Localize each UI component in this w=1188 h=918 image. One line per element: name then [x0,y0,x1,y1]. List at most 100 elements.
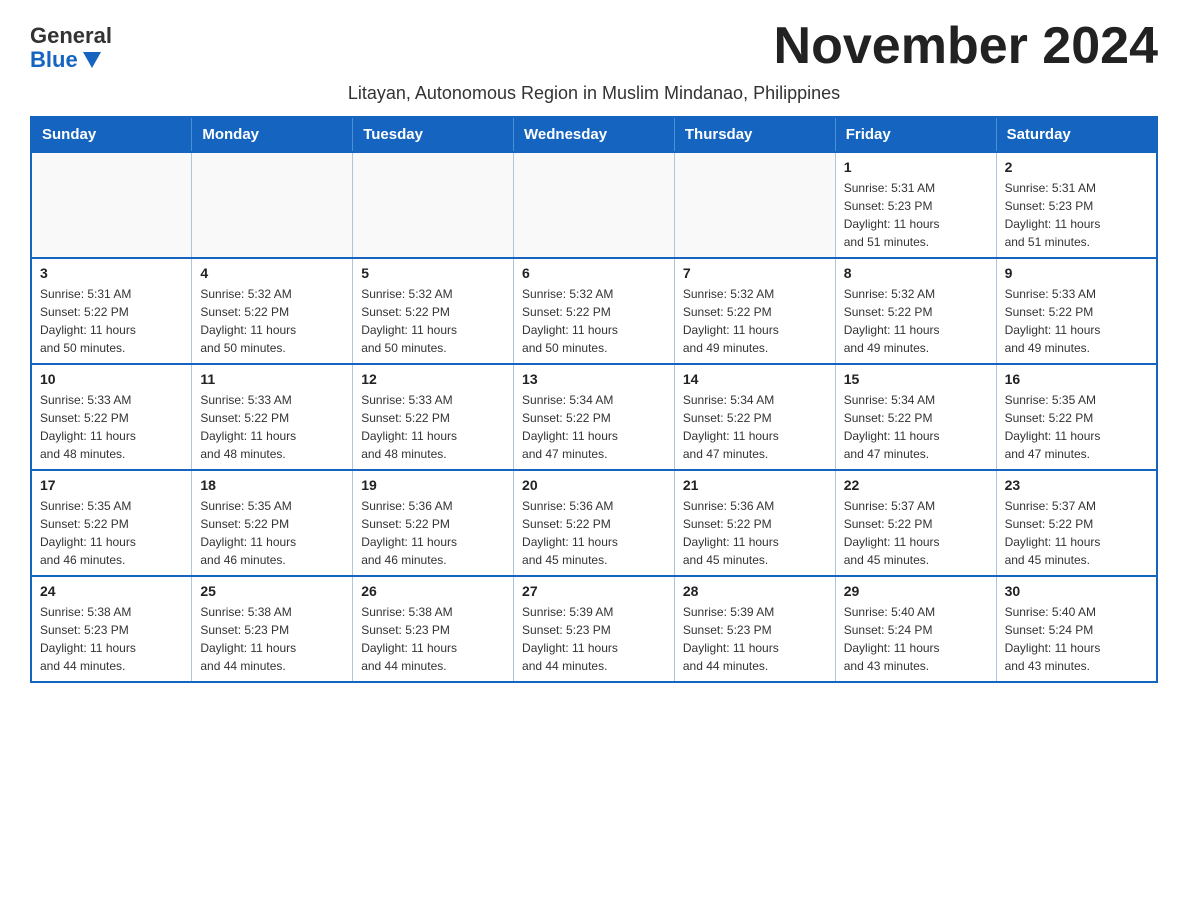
calendar-cell [31,152,192,258]
day-info: Sunrise: 5:32 AMSunset: 5:22 PMDaylight:… [683,285,827,357]
day-number: 21 [683,477,827,493]
calendar-cell: 17 Sunrise: 5:35 AMSunset: 5:22 PMDayligh… [31,470,192,576]
calendar-cell: 10 Sunrise: 5:33 AMSunset: 5:22 PMDayligh… [31,364,192,470]
day-number: 14 [683,371,827,387]
calendar-week-0: 1 Sunrise: 5:31 AMSunset: 5:23 PMDaylight… [31,152,1157,258]
header-row: SundayMondayTuesdayWednesdayThursdayFrid… [31,117,1157,152]
calendar-cell: 19Sunrise: 5:36 AMSunset: 5:22 PMDayligh… [353,470,514,576]
day-number: 4 [200,265,344,281]
day-number: 23 [1005,477,1148,493]
day-info: Sunrise: 5:33 AMSunset: 5:22 PMDaylight:… [40,391,183,463]
calendar-cell [353,152,514,258]
day-info: Sunrise: 5:39 AMSunset: 5:23 PMDaylight:… [522,603,666,675]
day-info: Sunrise: 5:36 AMSunset: 5:22 PMDaylight:… [522,497,666,569]
calendar-cell: 26 Sunrise: 5:38 AMSunset: 5:23 PMDayligh… [353,576,514,682]
day-info: Sunrise: 5:37 AMSunset: 5:22 PMDaylight:… [844,497,988,569]
day-number: 25 [200,583,344,599]
day-number: 24 [40,583,183,599]
day-info: Sunrise: 5:40 AMSunset: 5:24 PMDaylight:… [1005,603,1148,675]
calendar-cell: 4Sunrise: 5:32 AMSunset: 5:22 PMDaylight… [192,258,353,364]
calendar-cell: 7 Sunrise: 5:32 AMSunset: 5:22 PMDaylight… [674,258,835,364]
header-cell-sunday: Sunday [31,117,192,152]
calendar-cell: 15Sunrise: 5:34 AMSunset: 5:22 PMDayligh… [835,364,996,470]
calendar-header: SundayMondayTuesdayWednesdayThursdayFrid… [31,117,1157,152]
day-info: Sunrise: 5:32 AMSunset: 5:22 PMDaylight:… [361,285,505,357]
calendar-cell: 14 Sunrise: 5:34 AMSunset: 5:22 PMDayligh… [674,364,835,470]
day-number: 15 [844,371,988,387]
calendar-week-4: 24 Sunrise: 5:38 AMSunset: 5:23 PMDayligh… [31,576,1157,682]
day-info: Sunrise: 5:36 AMSunset: 5:22 PMDaylight:… [683,497,827,569]
calendar-cell [192,152,353,258]
header: General Blue November 2024 [30,20,1158,73]
day-number: 11 [200,371,344,387]
calendar-cell [674,152,835,258]
calendar-cell: 13 Sunrise: 5:34 AMSunset: 5:22 PMDayligh… [514,364,675,470]
day-number: 18 [200,477,344,493]
calendar-cell: 9Sunrise: 5:33 AMSunset: 5:22 PMDaylight… [996,258,1157,364]
calendar-week-2: 10 Sunrise: 5:33 AMSunset: 5:22 PMDayligh… [31,364,1157,470]
day-number: 12 [361,371,505,387]
calendar-cell: 20 Sunrise: 5:36 AMSunset: 5:22 PMDayligh… [514,470,675,576]
day-info: Sunrise: 5:35 AMSunset: 5:22 PMDaylight:… [1005,391,1148,463]
day-number: 26 [361,583,505,599]
day-info: Sunrise: 5:32 AMSunset: 5:22 PMDaylight:… [522,285,666,357]
subtitle: Litayan, Autonomous Region in Muslim Min… [30,83,1158,104]
day-number: 2 [1005,159,1148,175]
header-cell-tuesday: Tuesday [353,117,514,152]
day-info: Sunrise: 5:39 AMSunset: 5:23 PMDaylight:… [683,603,827,675]
logo-triangle-icon [83,52,101,68]
day-number: 6 [522,265,666,281]
day-info: Sunrise: 5:32 AMSunset: 5:22 PMDaylight:… [844,285,988,357]
header-cell-thursday: Thursday [674,117,835,152]
day-number: 3 [40,265,183,281]
calendar-cell: 5 Sunrise: 5:32 AMSunset: 5:22 PMDaylight… [353,258,514,364]
calendar-cell: 24 Sunrise: 5:38 AMSunset: 5:23 PMDayligh… [31,576,192,682]
calendar-cell: 8Sunrise: 5:32 AMSunset: 5:22 PMDaylight… [835,258,996,364]
calendar-table: SundayMondayTuesdayWednesdayThursdayFrid… [30,116,1158,683]
calendar-cell: 23 Sunrise: 5:37 AMSunset: 5:22 PMDayligh… [996,470,1157,576]
day-info: Sunrise: 5:31 AMSunset: 5:23 PMDaylight:… [844,179,988,251]
calendar-week-3: 17 Sunrise: 5:35 AMSunset: 5:22 PMDayligh… [31,470,1157,576]
calendar-cell: 2 Sunrise: 5:31 AMSunset: 5:23 PMDaylight… [996,152,1157,258]
day-number: 10 [40,371,183,387]
calendar-cell: 1 Sunrise: 5:31 AMSunset: 5:23 PMDaylight… [835,152,996,258]
day-info: Sunrise: 5:33 AMSunset: 5:22 PMDaylight:… [1005,285,1148,357]
calendar-body: 1 Sunrise: 5:31 AMSunset: 5:23 PMDaylight… [31,152,1157,682]
calendar-cell: 28Sunrise: 5:39 AMSunset: 5:23 PMDayligh… [674,576,835,682]
day-info: Sunrise: 5:31 AMSunset: 5:23 PMDaylight:… [1005,179,1148,251]
day-info: Sunrise: 5:34 AMSunset: 5:22 PMDaylight:… [683,391,827,463]
header-cell-monday: Monday [192,117,353,152]
day-number: 27 [522,583,666,599]
calendar-cell: 22Sunrise: 5:37 AMSunset: 5:22 PMDayligh… [835,470,996,576]
calendar-week-1: 3 Sunrise: 5:31 AMSunset: 5:22 PMDaylight… [31,258,1157,364]
calendar-cell: 21 Sunrise: 5:36 AMSunset: 5:22 PMDayligh… [674,470,835,576]
calendar-cell: 25 Sunrise: 5:38 AMSunset: 5:23 PMDayligh… [192,576,353,682]
day-number: 5 [361,265,505,281]
day-number: 17 [40,477,183,493]
day-number: 20 [522,477,666,493]
day-info: Sunrise: 5:40 AMSunset: 5:24 PMDaylight:… [844,603,988,675]
header-cell-friday: Friday [835,117,996,152]
calendar-cell: 29 Sunrise: 5:40 AMSunset: 5:24 PMDayligh… [835,576,996,682]
logo: General Blue [30,20,112,73]
day-number: 29 [844,583,988,599]
header-cell-wednesday: Wednesday [514,117,675,152]
day-info: Sunrise: 5:37 AMSunset: 5:22 PMDaylight:… [1005,497,1148,569]
day-info: Sunrise: 5:38 AMSunset: 5:23 PMDaylight:… [200,603,344,675]
day-info: Sunrise: 5:31 AMSunset: 5:22 PMDaylight:… [40,285,183,357]
day-number: 1 [844,159,988,175]
logo-blue-text: Blue [30,47,101,73]
day-number: 13 [522,371,666,387]
day-info: Sunrise: 5:35 AMSunset: 5:22 PMDaylight:… [200,497,344,569]
logo-general-text: General [30,25,112,47]
day-info: Sunrise: 5:38 AMSunset: 5:23 PMDaylight:… [40,603,183,675]
calendar-cell [514,152,675,258]
calendar-cell: 12 Sunrise: 5:33 AMSunset: 5:22 PMDayligh… [353,364,514,470]
day-info: Sunrise: 5:38 AMSunset: 5:23 PMDaylight:… [361,603,505,675]
calendar-cell: 30Sunrise: 5:40 AMSunset: 5:24 PMDayligh… [996,576,1157,682]
day-info: Sunrise: 5:35 AMSunset: 5:22 PMDaylight:… [40,497,183,569]
day-info: Sunrise: 5:33 AMSunset: 5:22 PMDaylight:… [361,391,505,463]
day-number: 7 [683,265,827,281]
day-info: Sunrise: 5:34 AMSunset: 5:22 PMDaylight:… [522,391,666,463]
calendar-cell: 18 Sunrise: 5:35 AMSunset: 5:22 PMDayligh… [192,470,353,576]
